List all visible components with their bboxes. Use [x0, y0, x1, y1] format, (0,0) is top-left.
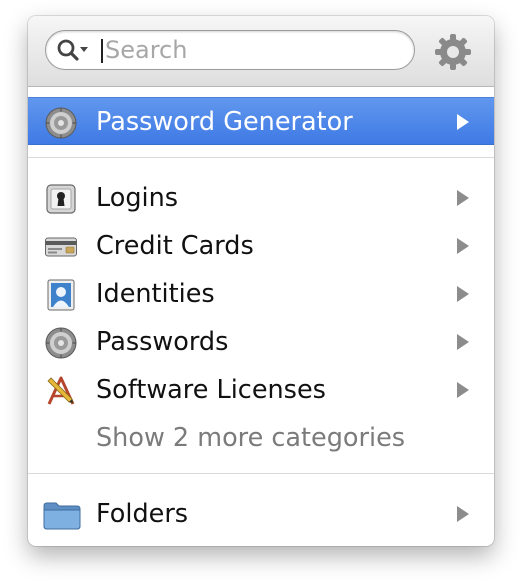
menu-item-identities[interactable]: Identities: [28, 270, 494, 318]
keyhole-icon: [46, 184, 76, 214]
menu-item-folders[interactable]: Folders: [28, 490, 494, 538]
search-input[interactable]: [105, 33, 395, 67]
folder-icon: [43, 502, 81, 530]
search-icon[interactable]: [56, 38, 92, 62]
menu-item-software-licenses[interactable]: Software Licenses: [28, 366, 494, 414]
dial-lock-icon: [45, 327, 77, 359]
search-field[interactable]: [45, 30, 415, 70]
menu-item-credit-cards[interactable]: Credit Cards: [28, 222, 494, 270]
chevron-right-icon: [457, 190, 469, 206]
menu-item-label: Logins: [96, 183, 179, 213]
menu-item-label: Passwords: [96, 327, 229, 357]
chevron-right-icon: [457, 114, 469, 130]
menu-item-label: Credit Cards: [96, 231, 254, 261]
menu-item-password-generator[interactable]: Password Generator: [28, 97, 494, 145]
menu-item-label: Password Generator: [96, 107, 353, 137]
menu-item-label: Software Licenses: [96, 375, 326, 405]
identity-card-icon: [47, 279, 75, 311]
divider: [28, 157, 494, 158]
gear-icon[interactable]: [434, 33, 472, 71]
credit-card-icon: [45, 237, 77, 257]
chevron-right-icon: [457, 286, 469, 302]
menu-item-label: Identities: [96, 279, 215, 309]
menu-item-label: Folders: [96, 499, 189, 529]
chevron-right-icon: [457, 382, 469, 398]
dial-lock-icon: [45, 107, 77, 139]
chevron-right-icon: [457, 238, 469, 254]
divider: [28, 473, 494, 474]
menu-item-logins[interactable]: Logins: [28, 174, 494, 222]
show-more-categories-link[interactable]: Show 2 more categories: [96, 414, 405, 462]
chevron-right-icon: [457, 506, 469, 522]
text-caret: [101, 39, 103, 63]
popover-menu: Password Generator Logins Credit Cards: [28, 16, 494, 546]
ruler-pencil-icon: [47, 376, 75, 405]
toolbar: [28, 16, 494, 87]
chevron-right-icon: [457, 334, 469, 350]
menu-item-passwords[interactable]: Passwords: [28, 318, 494, 366]
